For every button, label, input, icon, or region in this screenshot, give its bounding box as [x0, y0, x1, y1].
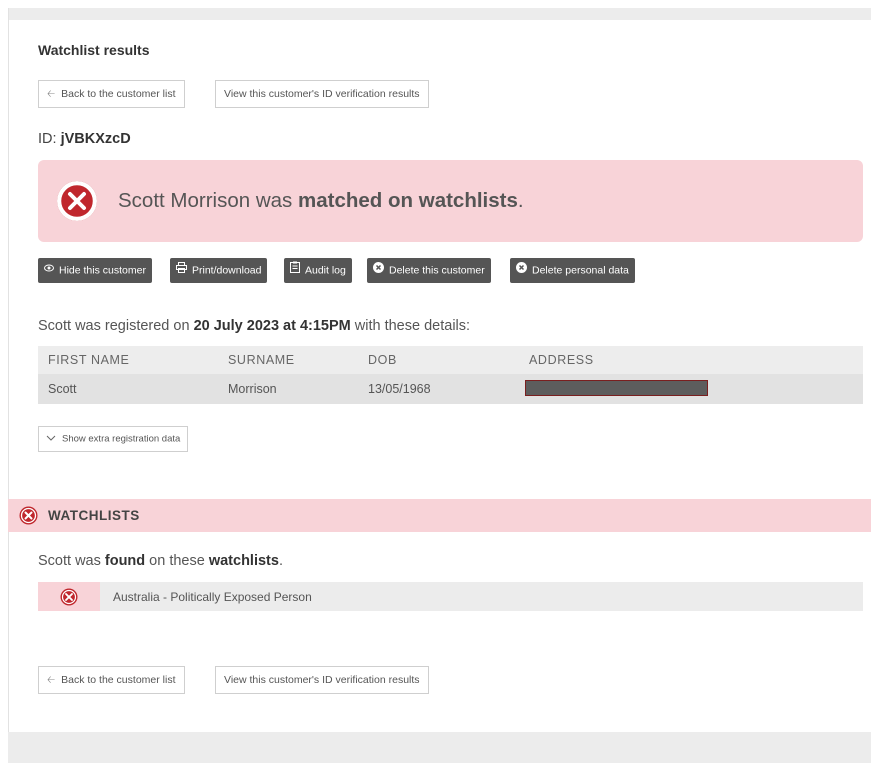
bottom-band — [8, 732, 871, 763]
header-first-name: FIRST NAME — [48, 353, 130, 367]
found-summary: Scott was found on these watchlists. — [38, 553, 283, 569]
back-label-bottom: Back to the customer list — [61, 674, 176, 686]
audit-log-button[interactable]: Audit log — [284, 258, 352, 283]
hide-label: Hide this customer — [59, 264, 146, 277]
registration-summary: Scott was registered on 20 July 2023 at … — [38, 318, 470, 334]
extra-label: Show extra registration data — [62, 433, 181, 445]
table-row: Scott Morrison 13/05/1968 — [38, 374, 863, 404]
view-id-label: View this customer's ID verification res… — [224, 88, 420, 100]
found-prefix: Scott was — [38, 553, 105, 569]
show-extra-data-button[interactable]: Show extra registration data — [38, 426, 189, 452]
alert-bold: matched on watchlists — [298, 189, 518, 212]
id-prefix: ID: — [38, 131, 61, 147]
view-id-verification-button[interactable]: View this customer's ID verification res… — [215, 80, 429, 108]
alert-mid: was — [250, 189, 299, 212]
hide-customer-button[interactable]: Hide this customer — [38, 258, 152, 283]
header-address: ADDRESS — [529, 353, 594, 367]
cell-dob: 13/05/1968 — [368, 382, 431, 396]
registration-table: FIRST NAME SURNAME DOB ADDRESS Scott Mor… — [38, 346, 863, 404]
found-mid: on these — [145, 553, 209, 569]
header-dob: DOB — [368, 353, 397, 367]
arrow-left-icon: 🡠 — [47, 89, 56, 100]
left-border — [8, 8, 9, 732]
found-end: . — [278, 553, 283, 569]
circle-x-icon — [373, 258, 384, 283]
found-bold2: watchlists — [208, 553, 279, 569]
print-download-button[interactable]: Print/download — [170, 258, 268, 283]
watchlists-title: WATCHLISTS — [48, 508, 140, 523]
error-x-icon — [57, 181, 97, 221]
printer-icon — [176, 258, 187, 283]
back-to-customer-list-button[interactable]: 🡠 Back to the customer list — [38, 80, 185, 108]
alert-end: . — [517, 189, 524, 212]
top-band — [8, 8, 871, 20]
view-id-label-bottom: View this customer's ID verification res… — [224, 674, 420, 686]
clipboard-icon — [290, 258, 300, 283]
error-x-icon — [60, 588, 78, 606]
delete-customer-button[interactable]: Delete this customer — [367, 258, 491, 283]
customer-id: ID: jVBKXzcD — [38, 131, 131, 147]
audit-label: Audit log — [305, 264, 346, 277]
cell-first-name: Scott — [48, 382, 77, 396]
arrow-left-icon: 🡠 — [47, 675, 56, 686]
alert-message: Scott Morrison was matched on watchlists… — [118, 189, 524, 213]
found-bold1: found — [104, 553, 146, 569]
back-label: Back to the customer list — [61, 88, 176, 100]
reg-datetime: 20 July 2023 at 4:15PM — [193, 318, 351, 334]
delete-personal-label: Delete personal data — [532, 264, 629, 277]
delete-customer-label: Delete this customer — [389, 264, 485, 277]
view-id-verification-button-bottom[interactable]: View this customer's ID verification res… — [215, 666, 429, 694]
back-to-customer-list-button-bottom[interactable]: 🡠 Back to the customer list — [38, 666, 185, 694]
wl-row-icon-cell — [38, 582, 100, 611]
address-redacted — [525, 380, 708, 396]
print-label: Print/download — [192, 264, 262, 277]
error-x-icon — [19, 506, 38, 530]
delete-personal-data-button[interactable]: Delete personal data — [510, 258, 635, 283]
circle-x-icon — [516, 258, 527, 283]
watchlist-label: Australia - Politically Exposed Person — [113, 590, 312, 604]
reg-suffix: with these details: — [350, 318, 471, 334]
chevron-down-icon — [46, 427, 56, 451]
eye-icon — [44, 258, 54, 283]
match-alert: Scott Morrison was matched on watchlists… — [38, 160, 863, 242]
table-header: FIRST NAME SURNAME DOB ADDRESS — [38, 346, 863, 374]
list-item: Australia - Politically Exposed Person — [38, 582, 863, 611]
id-value: jVBKXzcD — [60, 131, 131, 147]
reg-prefix: Scott was registered on — [38, 318, 194, 334]
watchlists-header: WATCHLISTS — [8, 499, 871, 532]
alert-name: Scott Morrison — [118, 189, 251, 212]
page-title: Watchlist results — [38, 42, 150, 58]
header-surname: SURNAME — [228, 353, 295, 367]
cell-surname: Morrison — [228, 382, 277, 396]
